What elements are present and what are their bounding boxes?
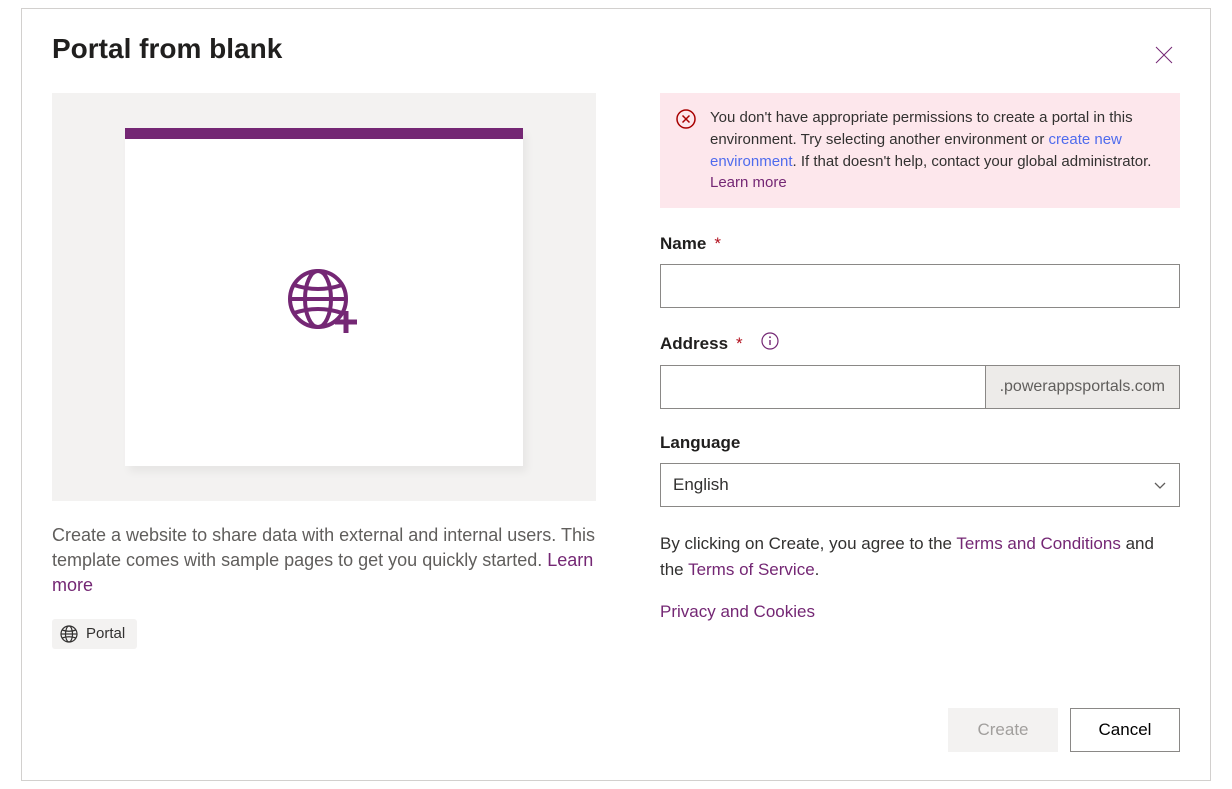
globe-plus-icon — [284, 267, 364, 339]
close-icon — [1154, 45, 1174, 65]
name-label: Name* — [660, 234, 1180, 254]
portal-badge: Portal — [52, 619, 137, 649]
error-banner: You don't have appropriate permissions t… — [660, 93, 1180, 208]
agreement-text: By clicking on Create, you agree to the … — [660, 531, 1180, 582]
terms-of-service-link[interactable]: Terms of Service — [688, 560, 815, 579]
error-text: You don't have appropriate permissions t… — [710, 107, 1164, 194]
chevron-down-icon — [1153, 478, 1167, 492]
right-panel: You don't have appropriate permissions t… — [660, 93, 1180, 752]
badge-label: Portal — [86, 625, 125, 642]
close-button[interactable] — [1148, 39, 1180, 71]
create-button[interactable]: Create — [948, 708, 1058, 752]
error-learn-more-link[interactable]: Learn more — [710, 174, 787, 191]
portal-from-blank-dialog: Portal from blank — [21, 8, 1211, 781]
globe-icon — [60, 625, 78, 643]
preview-card — [125, 128, 523, 466]
error-icon — [676, 109, 696, 129]
terms-and-conditions-link[interactable]: Terms and Conditions — [956, 534, 1120, 553]
preview-area — [52, 93, 596, 501]
dialog-title: Portal from blank — [52, 33, 1180, 65]
address-suffix: .powerappsportals.com — [985, 365, 1180, 409]
language-select[interactable]: English — [660, 463, 1180, 507]
info-icon[interactable] — [761, 332, 779, 355]
privacy-and-cookies-link[interactable]: Privacy and Cookies — [660, 602, 815, 622]
language-label: Language — [660, 433, 1180, 453]
address-input[interactable] — [660, 365, 985, 409]
name-input[interactable] — [660, 264, 1180, 308]
cancel-button[interactable]: Cancel — [1070, 708, 1180, 752]
address-label: Address* — [660, 332, 1180, 355]
left-panel: Create a website to share data with exte… — [52, 93, 596, 752]
preview-header-bar — [125, 128, 523, 139]
template-description: Create a website to share data with exte… — [52, 523, 596, 599]
